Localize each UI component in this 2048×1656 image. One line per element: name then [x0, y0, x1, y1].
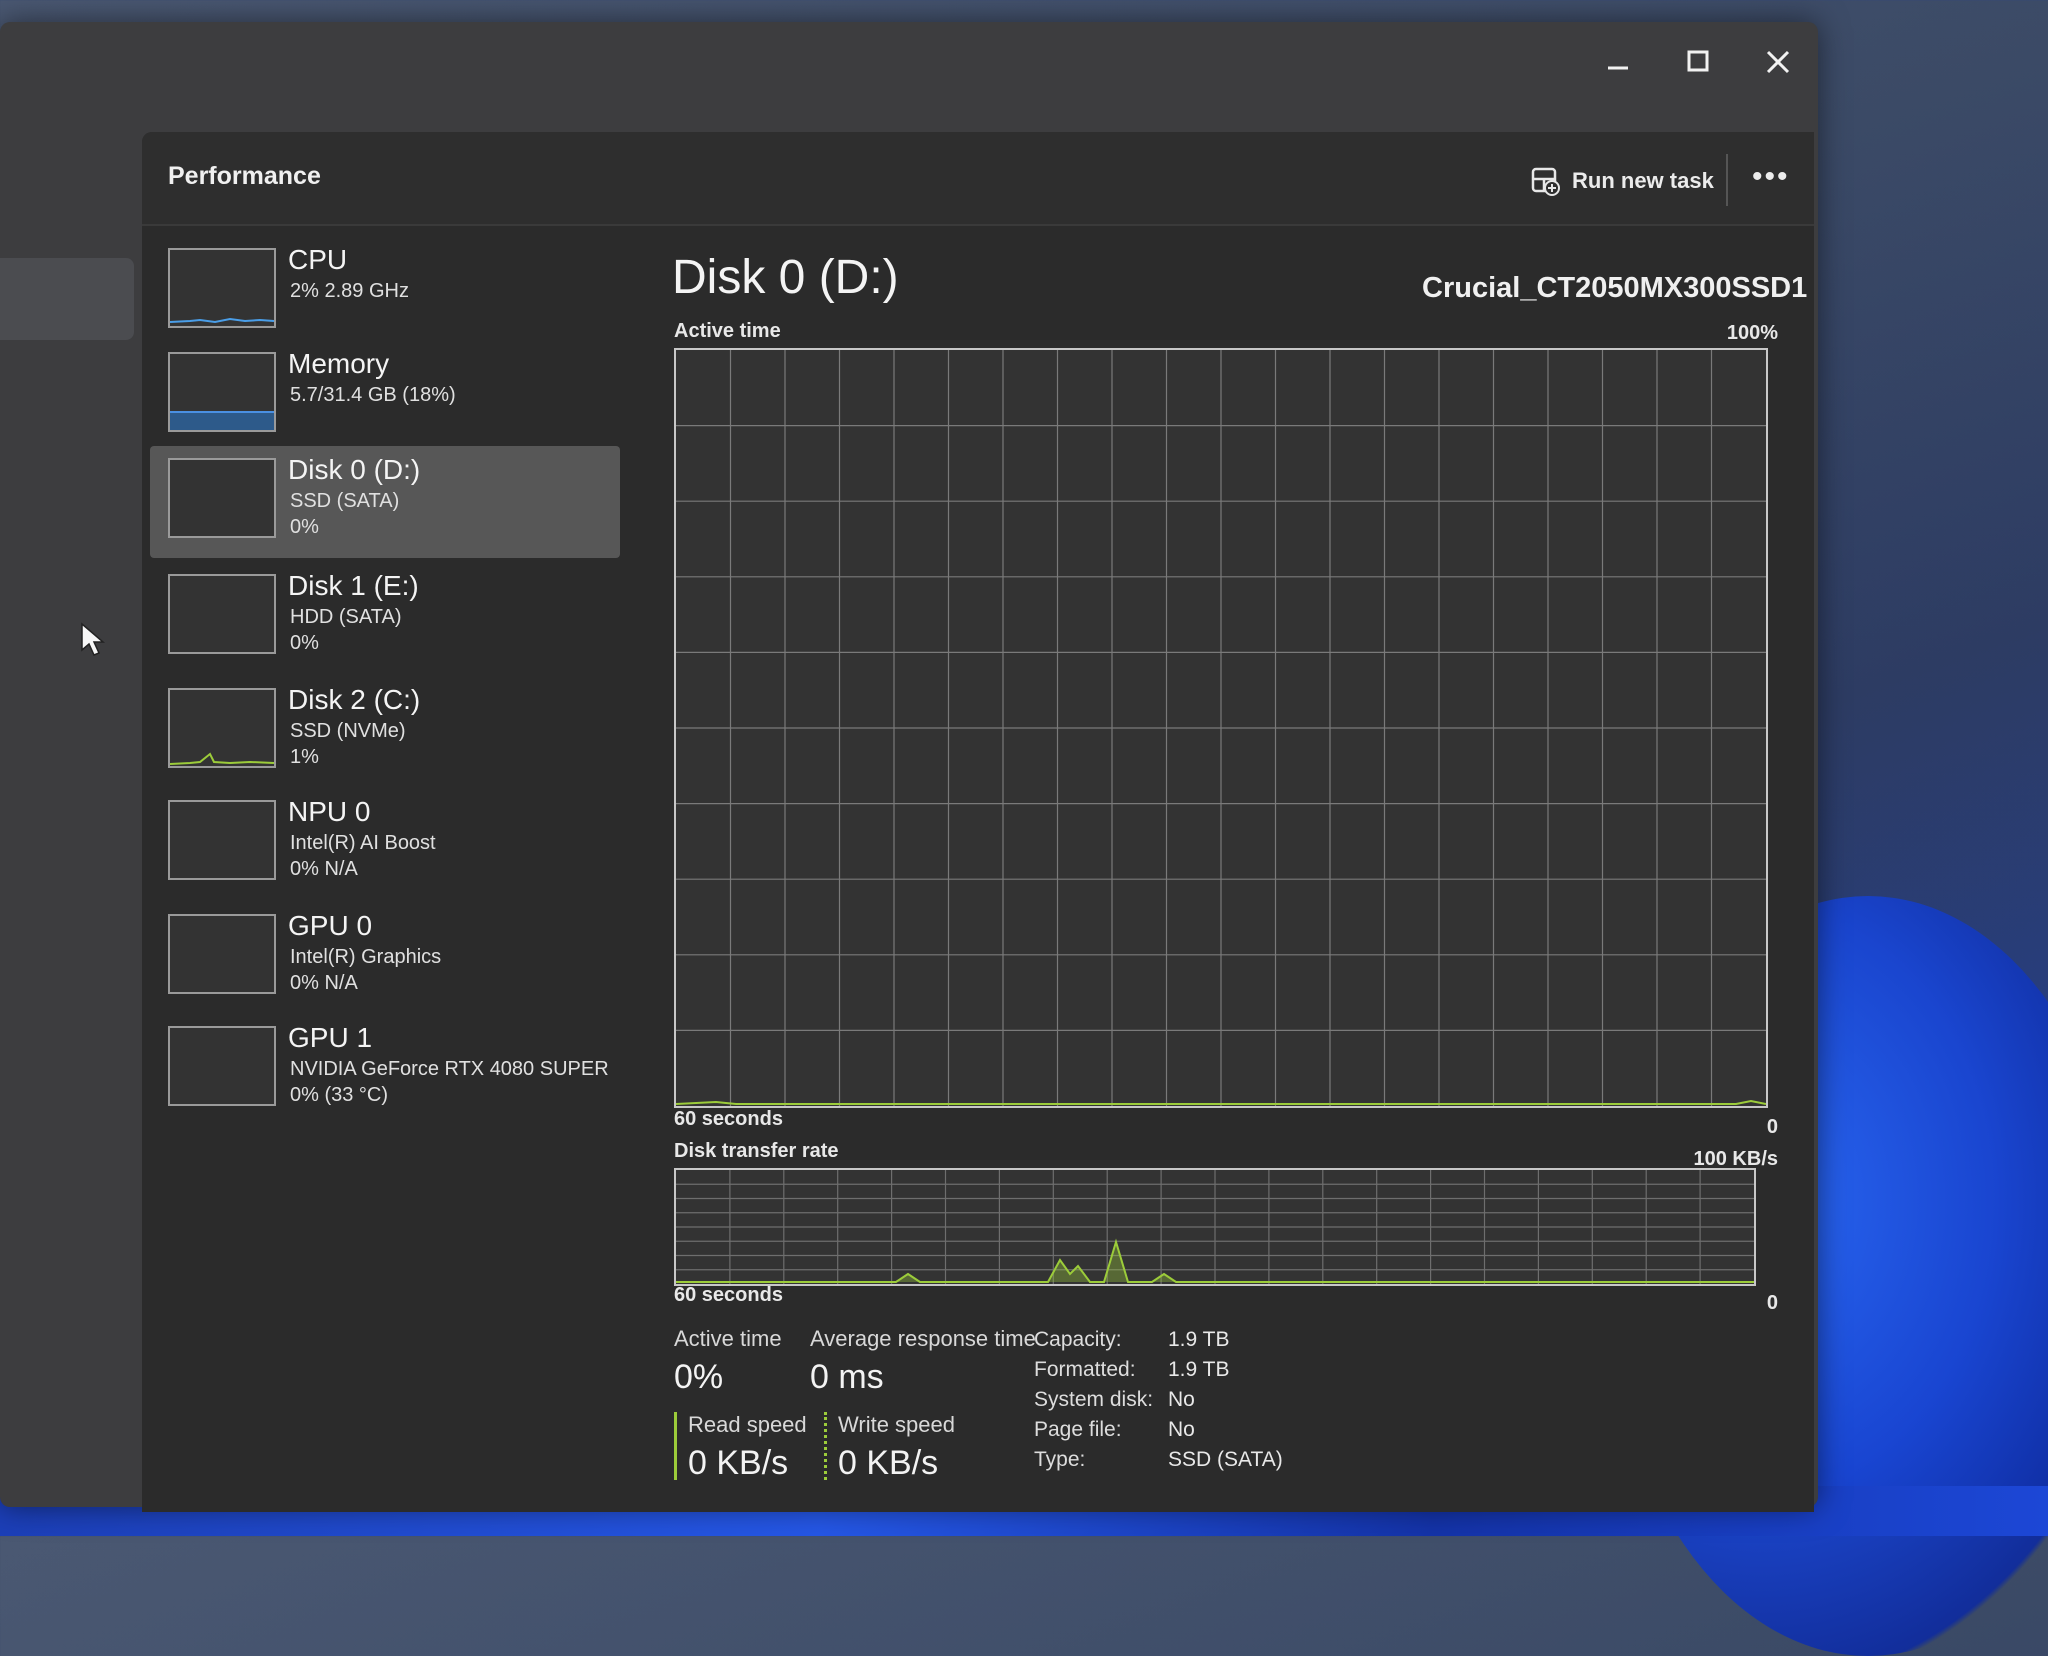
- transfer-rate-duration-label: 60 seconds: [674, 1284, 783, 1306]
- sidebar-item-detail: 5.7/31.4 GB (18%): [290, 384, 456, 406]
- capacity-key: Capacity:: [1034, 1328, 1122, 1351]
- sidebar-item-title: GPU 0: [288, 910, 373, 941]
- run-new-task-label: Run new task: [1572, 168, 1714, 193]
- gpu-0-thumbnail: [168, 914, 276, 994]
- write-speed-value: 0 KB/s: [838, 1444, 939, 1482]
- sidebar-item-title: GPU 1: [288, 1022, 373, 1053]
- disk-0-thumbnail: [168, 458, 276, 538]
- sidebar-item-gpu-1[interactable]: GPU 1 NVIDIA GeForce RTX 4080 SUPER 0% (…: [150, 1014, 620, 1122]
- active-time-max-label: 100%: [1726, 322, 1778, 344]
- more-icon[interactable]: •••: [1752, 160, 1790, 194]
- sidebar-item-title: Disk 2 (C:): [288, 684, 421, 715]
- active-time-chart-label: Active time: [674, 320, 781, 342]
- transfer-rate-chart: [674, 1168, 1756, 1286]
- cpu-thumbnail: [168, 248, 276, 328]
- npu-0-thumbnail: [168, 800, 276, 880]
- sidebar-item-title: Disk 0 (D:): [288, 454, 421, 485]
- disk-title: Disk 0 (D:): [672, 251, 899, 304]
- sidebar-item-npu-0[interactable]: NPU 0 Intel(R) AI Boost 0% N/A: [150, 788, 620, 896]
- sidebar-item-detail: 2% 2.89 GHz: [290, 280, 409, 302]
- performance-content: Performance Run new task ••• CPU 2% 2.89…: [142, 132, 1814, 1512]
- page-file-value: No: [1168, 1418, 1195, 1441]
- read-speed-label: Read speed: [688, 1412, 807, 1437]
- write-speed-indicator: [824, 1412, 830, 1480]
- page-file-key: Page file:: [1034, 1418, 1122, 1441]
- system-disk-key: System disk:: [1034, 1388, 1154, 1411]
- type-value: SSD (SATA): [1168, 1448, 1283, 1471]
- sidebar-item-title: Memory: [288, 348, 390, 379]
- active-time-duration-label: 60 seconds: [674, 1108, 783, 1130]
- capacity-value: 1.9 TB: [1168, 1328, 1230, 1351]
- avg-response-stat-value: 0 ms: [810, 1358, 884, 1396]
- active-time-min-label: 0: [1766, 1116, 1778, 1138]
- header-separator: [1726, 154, 1728, 206]
- formatted-key: Formatted:: [1034, 1358, 1136, 1381]
- sidebar-item-usage: 0% N/A: [290, 858, 358, 880]
- minimize-icon[interactable]: [1598, 42, 1638, 82]
- avg-response-stat-label: Average response time: [810, 1326, 1036, 1351]
- resource-list: CPU 2% 2.89 GHz Memory 5.7/31.4 GB (18%)…: [150, 236, 620, 1236]
- sidebar-item-disk-1[interactable]: Disk 1 (E:) HDD (SATA) 0%: [150, 562, 620, 670]
- sidebar-item-usage: 0% (33 °C): [290, 1084, 389, 1106]
- task-manager-window: Performance Run new task ••• CPU 2% 2.89…: [0, 22, 1818, 1512]
- sidebar-item-detail: SSD (SATA): [290, 490, 400, 512]
- maximize-icon[interactable]: [1678, 42, 1718, 82]
- read-speed-indicator: [674, 1412, 677, 1480]
- read-speed-value: 0 KB/s: [688, 1444, 789, 1482]
- sidebar-item-memory[interactable]: Memory 5.7/31.4 GB (18%): [150, 340, 620, 448]
- sidebar-item-title: CPU: [288, 244, 348, 275]
- sidebar-item-gpu-0[interactable]: GPU 0 Intel(R) Graphics 0% N/A: [150, 902, 620, 1010]
- disk-1-thumbnail: [168, 574, 276, 654]
- active-time-stat-label: Active time: [674, 1326, 782, 1351]
- sidebar-item-title: Disk 1 (E:): [288, 570, 419, 601]
- run-new-task-button[interactable]: Run new task: [1530, 166, 1714, 196]
- gpu-1-thumbnail: [168, 1026, 276, 1106]
- nav-item-performance[interactable]: [0, 258, 134, 340]
- formatted-value: 1.9 TB: [1168, 1358, 1230, 1381]
- system-disk-value: No: [1168, 1388, 1195, 1411]
- sidebar-item-detail: SSD (NVMe): [290, 720, 406, 742]
- write-speed-label: Write speed: [838, 1412, 955, 1437]
- memory-thumbnail: [168, 352, 276, 432]
- sidebar-item-title: NPU 0: [288, 796, 371, 827]
- sidebar-item-detail: HDD (SATA): [290, 606, 402, 628]
- active-time-stat-value: 0%: [674, 1358, 724, 1396]
- sidebar-item-detail: Intel(R) Graphics: [290, 946, 442, 968]
- close-icon[interactable]: [1758, 42, 1798, 82]
- sidebar-item-usage: 0%: [290, 632, 319, 654]
- sidebar-item-cpu[interactable]: CPU 2% 2.89 GHz: [150, 236, 620, 344]
- sidebar-item-disk-2[interactable]: Disk 2 (C:) SSD (NVMe) 1%: [150, 676, 620, 784]
- sidebar-item-disk-0[interactable]: Disk 0 (D:) SSD (SATA) 0%: [150, 446, 620, 558]
- sidebar-item-detail: NVIDIA GeForce RTX 4080 SUPER: [290, 1058, 609, 1080]
- disk-model: Crucial_CT2050MX300SSD1: [1422, 272, 1808, 304]
- transfer-rate-min-label: 0: [1766, 1292, 1778, 1314]
- active-time-chart: [674, 348, 1768, 1108]
- type-key: Type:: [1034, 1448, 1086, 1471]
- sidebar-item-usage: 1%: [290, 746, 319, 768]
- run-task-icon: [1531, 167, 1560, 196]
- sidebar-item-detail: Intel(R) AI Boost: [290, 832, 436, 854]
- sidebar-item-usage: 0% N/A: [290, 972, 358, 994]
- header-bar: Performance Run new task •••: [142, 132, 1814, 226]
- sidebar-item-usage: 0%: [290, 516, 319, 538]
- disk-2-thumbnail: [168, 688, 276, 768]
- page-title: Performance: [168, 162, 321, 190]
- transfer-rate-chart-label: Disk transfer rate: [674, 1140, 839, 1162]
